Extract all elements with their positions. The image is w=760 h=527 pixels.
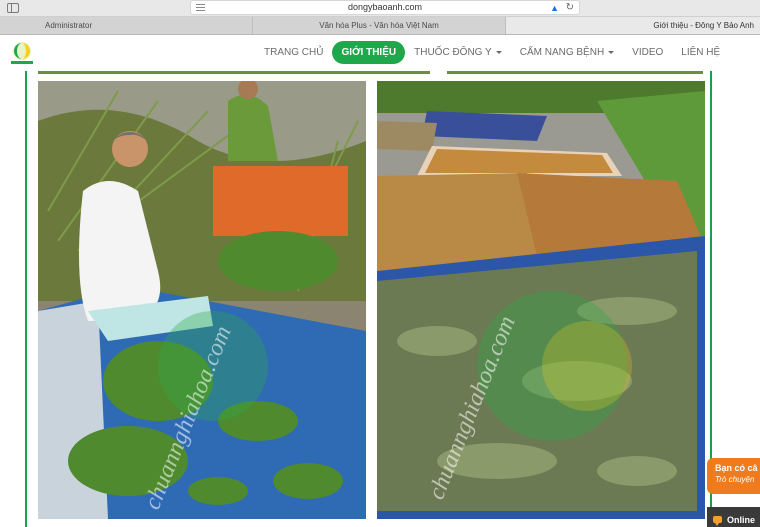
nav-thuoc-dong-y[interactable]: THUỐC ĐÔNG Y (405, 41, 511, 64)
photo-woman-sorting-herbs: chuannghiahoa.com (38, 81, 366, 519)
photo-strip-top (38, 71, 430, 74)
nav-gioi-thieu[interactable]: GIỚI THIỆU (332, 40, 406, 64)
chat-prompt-bubble[interactable]: Bạn có câ Trò chuyện (707, 458, 760, 494)
nav-cam-nang-benh[interactable]: CẨM NANG BỆNH (511, 41, 623, 64)
chat-title: Bạn có câ (715, 463, 758, 473)
nav-lien-he[interactable]: LIÊN HỆ (672, 41, 729, 64)
sidebar-toggle-icon[interactable] (7, 3, 19, 13)
nav-trang-chu[interactable]: TRANG CHỦ (255, 41, 332, 64)
chat-online-label: Online (727, 514, 756, 525)
logo-icon[interactable] (9, 40, 35, 66)
url-text: dongybaoanh.com (347, 2, 423, 12)
nav-label: GIỚI THIỆU (341, 46, 397, 58)
main-content: chuannghiahoa.com chuannghiahoa.com (0, 71, 760, 527)
chevron-down-icon (495, 51, 502, 54)
address-bar[interactable]: dongybaoanh.com ▲ ↻ (190, 0, 580, 15)
nav-label: THUỐC ĐÔNG Y (414, 46, 492, 58)
chevron-down-icon (608, 51, 615, 54)
tab-administrator[interactable]: Administrator (0, 17, 253, 34)
chat-bubble-icon (713, 516, 722, 526)
reload-icon[interactable]: ↻ (566, 2, 574, 14)
browser-toolbar: dongybaoanh.com ▲ ↻ (0, 0, 760, 17)
site-header: TRANG CHỦ GIỚI THIỆU THUỐC ĐÔNG Y CẨM NA… (0, 35, 760, 71)
nav-label: VIDEO (632, 46, 664, 58)
tab-gioi-thieu[interactable]: Giới thiệu - Đông Y Bảo Anh (506, 17, 760, 34)
nav-label: LIÊN HỆ (681, 46, 721, 58)
chat-subtitle: Trò chuyện (715, 475, 755, 484)
nav-label: CẨM NANG BỆNH (519, 46, 605, 58)
nav-label: TRANG CHỦ (264, 46, 324, 58)
nav-video[interactable]: VIDEO (623, 41, 672, 64)
photo-herbs-drying: chuannghiahoa.com (377, 81, 705, 519)
tab-van-hoa[interactable]: Văn hóa Plus - Văn hóa Việt Nam (253, 17, 506, 34)
photo-strip-top (447, 71, 703, 74)
chat-online-button[interactable]: Online (707, 507, 760, 527)
tab-strip: Administrator Văn hóa Plus - Văn hóa Việ… (0, 17, 760, 35)
speaker-icon[interactable]: ▲ (550, 3, 559, 13)
frame-line-left (25, 71, 27, 527)
main-nav: TRANG CHỦ GIỚI THIỆU THUỐC ĐÔNG Y CẨM NA… (255, 40, 729, 64)
